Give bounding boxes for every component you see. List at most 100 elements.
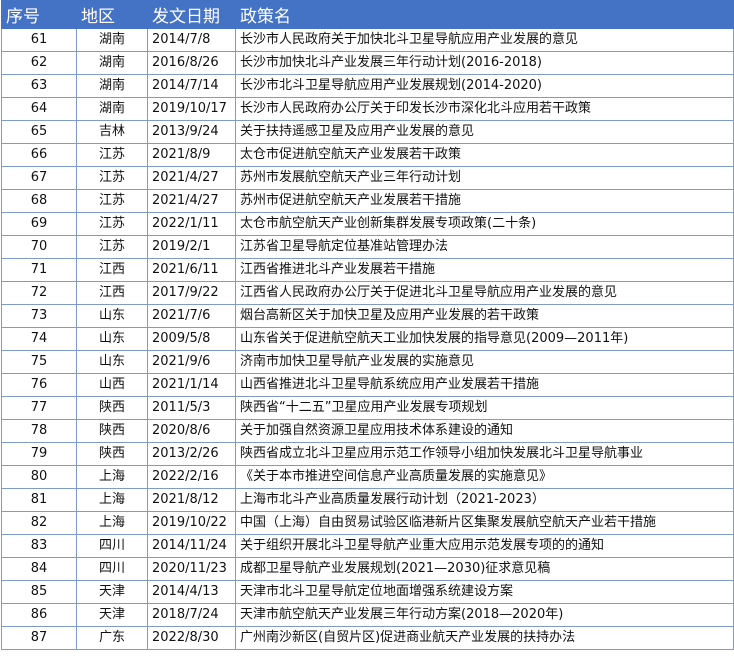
table-row: 64 湖南 2019/10/17 长沙市人民政府办公厅关于印发长沙市深化北斗应用若干政…: [1, 97, 734, 121]
cell-index: 63: [1, 74, 77, 98]
cell-date: 2019/10/22: [147, 511, 236, 535]
table-row: 72 江西 2017/9/22 江西省人民政府办公厅关于促进北斗卫星导航应用产业发展的…: [1, 281, 734, 305]
cell-index: 77: [1, 396, 77, 420]
table-row: 87 广东 2022/8/30 广州南沙新区(自贸片区)促进商业航天产业发展的扶持办法: [1, 626, 734, 650]
cell-date: 2021/6/11: [147, 258, 236, 282]
cell-index: 61: [1, 28, 77, 52]
cell-date: 2013/9/24: [147, 120, 236, 144]
cell-date: 2019/2/1: [147, 235, 236, 259]
cell-policy-name: 长沙市加快北斗产业发展三年行动计划(2016-2018): [235, 51, 734, 75]
cell-policy-name: 江西省人民政府办公厅关于促进北斗卫星导航应用产业发展的意见: [235, 281, 734, 305]
table-row: 75 山东 2021/9/6 济南市加快卫星导航产业发展的实施意见: [1, 350, 734, 374]
cell-date: 2014/7/8: [147, 28, 236, 52]
cell-date: 2013/2/26: [147, 442, 236, 466]
cell-index: 78: [1, 419, 77, 443]
cell-index: 72: [1, 281, 77, 305]
cell-policy-name: 中国（上海）自由贸易试验区临港新片区集聚发展航空航天产业若干措施: [235, 511, 734, 535]
cell-region: 江苏: [76, 166, 148, 190]
cell-region: 江苏: [76, 189, 148, 213]
cell-index: 64: [1, 97, 77, 121]
table-row: 70 江苏 2019/2/1 江苏省卫星导航定位基准站管理办法: [1, 235, 734, 259]
cell-region: 山东: [76, 350, 148, 374]
cell-date: 2011/5/3: [147, 396, 236, 420]
header-policy-name: 政策名: [235, 0, 734, 29]
cell-index: 86: [1, 603, 77, 627]
cell-region: 天津: [76, 603, 148, 627]
cell-region: 山西: [76, 373, 148, 397]
table-row: 69 江苏 2022/1/11 太仓市航空航天产业创新集群发展专项政策(二十条): [1, 212, 734, 236]
cell-region: 上海: [76, 465, 148, 489]
table-row: 85 天津 2014/4/13 天津市北斗卫星导航定位地面增强系统建设方案: [1, 580, 734, 604]
table-row: 71 江西 2021/6/11 江西省推进北斗产业发展若干措施: [1, 258, 734, 282]
cell-policy-name: 山西省推进北斗卫星导航系统应用产业发展若干措施: [235, 373, 734, 397]
table-row: 74 山东 2009/5/8 山东省关于促进航空航天工业加快发展的指导意见(2009—…: [1, 327, 734, 351]
cell-date: 2021/9/6: [147, 350, 236, 374]
cell-index: 65: [1, 120, 77, 144]
cell-policy-name: 长沙市人民政府办公厅关于印发长沙市深化北斗应用若干政策: [235, 97, 734, 121]
cell-region: 湖南: [76, 74, 148, 98]
cell-index: 81: [1, 488, 77, 512]
cell-region: 陕西: [76, 419, 148, 443]
cell-index: 71: [1, 258, 77, 282]
cell-index: 80: [1, 465, 77, 489]
table-row: 78 陕西 2020/8/6 关于加强自然资源卫星应用技术体系建设的通知: [1, 419, 734, 443]
table-row: 62 湖南 2016/8/26 长沙市加快北斗产业发展三年行动计划(2016-2018…: [1, 51, 734, 75]
cell-policy-name: 苏州市促进航空航天产业发展若干措施: [235, 189, 734, 213]
cell-date: 2020/8/6: [147, 419, 236, 443]
cell-region: 上海: [76, 488, 148, 512]
cell-index: 62: [1, 51, 77, 75]
cell-policy-name: 天津市航空航天产业发展三年行动方案(2018—2020年): [235, 603, 734, 627]
cell-region: 江苏: [76, 212, 148, 236]
table-row: 82 上海 2019/10/22 中国（上海）自由贸易试验区临港新片区集聚发展航空航天…: [1, 511, 734, 535]
cell-index: 85: [1, 580, 77, 604]
header-region: 地区: [76, 0, 148, 29]
table-row: 86 天津 2018/7/24 天津市航空航天产业发展三年行动方案(2018—2020…: [1, 603, 734, 627]
table-row: 67 江苏 2021/4/27 苏州市发展航空航天产业三年行动计划: [1, 166, 734, 190]
cell-date: 2016/8/26: [147, 51, 236, 75]
cell-region: 湖南: [76, 28, 148, 52]
cell-date: 2021/8/12: [147, 488, 236, 512]
cell-policy-name: 长沙市北斗卫星导航应用产业发展规划(2014-2020): [235, 74, 734, 98]
table-row: 76 山西 2021/1/14 山西省推进北斗卫星导航系统应用产业发展若干措施: [1, 373, 734, 397]
cell-date: 2021/4/27: [147, 189, 236, 213]
cell-policy-name: 关于扶持遥感卫星及应用产业发展的意见: [235, 120, 734, 144]
cell-region: 上海: [76, 511, 148, 535]
cell-date: 2019/10/17: [147, 97, 236, 121]
cell-region: 四川: [76, 534, 148, 558]
cell-date: 2018/7/24: [147, 603, 236, 627]
cell-policy-name: 《关于本市推进空间信息产业高质量发展的实施意见》: [235, 465, 734, 489]
cell-policy-name: 烟台高新区关于加快卫星及应用产业发展的若干政策: [235, 304, 734, 328]
cell-policy-name: 关于组织开展北斗卫星导航产业重大应用示范发展专项的的通知: [235, 534, 734, 558]
cell-index: 82: [1, 511, 77, 535]
cell-index: 69: [1, 212, 77, 236]
cell-policy-name: 长沙市人民政府关于加快北斗卫星导航应用产业发展的意见: [235, 28, 734, 52]
cell-policy-name: 天津市北斗卫星导航定位地面增强系统建设方案: [235, 580, 734, 604]
cell-date: 2014/11/24: [147, 534, 236, 558]
cell-date: 2017/9/22: [147, 281, 236, 305]
cell-date: 2014/7/14: [147, 74, 236, 98]
table-row: 66 江苏 2021/8/9 太仓市促进航空航天产业发展若干政策: [1, 143, 734, 167]
table-row: 73 山东 2021/7/6 烟台高新区关于加快卫星及应用产业发展的若干政策: [1, 304, 734, 328]
cell-date: 2021/7/6: [147, 304, 236, 328]
cell-policy-name: 江西省推进北斗产业发展若干措施: [235, 258, 734, 282]
cell-index: 84: [1, 557, 77, 581]
cell-date: 2022/2/16: [147, 465, 236, 489]
cell-region: 陕西: [76, 396, 148, 420]
header-date: 发文日期: [147, 0, 236, 29]
cell-date: 2022/8/30: [147, 626, 236, 650]
cell-date: 2014/4/13: [147, 580, 236, 604]
cell-date: 2022/1/11: [147, 212, 236, 236]
cell-index: 70: [1, 235, 77, 259]
table-body: 61 湖南 2014/7/8 长沙市人民政府关于加快北斗卫星导航应用产业发展的意见 62…: [1, 28, 734, 650]
cell-policy-name: 成都卫星导航产业发展规划(2021—2030)征求意见稿: [235, 557, 734, 581]
cell-policy-name: 陕西省成立北斗卫星应用示范工作领导小组加快发展北斗卫星导航事业: [235, 442, 734, 466]
table-row: 79 陕西 2013/2/26 陕西省成立北斗卫星应用示范工作领导小组加快发展北斗卫星…: [1, 442, 734, 466]
cell-index: 73: [1, 304, 77, 328]
cell-date: 2021/4/27: [147, 166, 236, 190]
cell-region: 吉林: [76, 120, 148, 144]
cell-index: 67: [1, 166, 77, 190]
table-row: 84 四川 2020/11/23 成都卫星导航产业发展规划(2021—2030)征求意…: [1, 557, 734, 581]
cell-region: 湖南: [76, 97, 148, 121]
table-row: 68 江苏 2021/4/27 苏州市促进航空航天产业发展若干措施: [1, 189, 734, 213]
table-row: 83 四川 2014/11/24 关于组织开展北斗卫星导航产业重大应用示范发展专项的的…: [1, 534, 734, 558]
